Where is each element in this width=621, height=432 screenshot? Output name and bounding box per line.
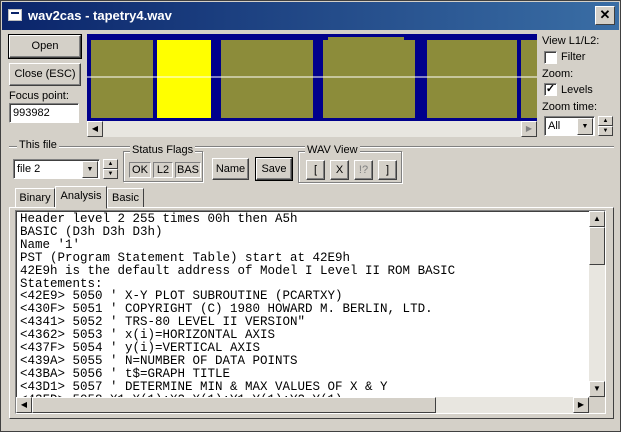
tab-analysis[interactable]: Analysis bbox=[55, 186, 107, 209]
analysis-line: <43D1> 5057 ' DETERMINE MIN & MAX VALUES… bbox=[20, 379, 388, 394]
focus-point-value: 993982 bbox=[13, 107, 50, 119]
scroll-down-icon[interactable]: ▼ bbox=[589, 381, 605, 397]
horizontal-scrollbar[interactable]: ◀ ▶ bbox=[16, 397, 589, 413]
spin-down-icon[interactable]: ▼ bbox=[103, 169, 118, 179]
file-select[interactable]: file 2 ▼ bbox=[13, 159, 100, 179]
scroll-right-icon[interactable]: ▶ bbox=[573, 397, 589, 413]
flag-ok: OK bbox=[129, 162, 151, 178]
zoom-time-label: Zoom time: bbox=[542, 101, 598, 113]
analysis-text[interactable]: Header level 2 255 times 00h then A5h BAS… bbox=[15, 210, 606, 414]
waveform-view[interactable] bbox=[87, 34, 537, 121]
tab-basic[interactable]: Basic bbox=[107, 188, 144, 208]
focus-point-label: Focus point: bbox=[9, 90, 69, 102]
filter-checkbox[interactable] bbox=[544, 51, 557, 64]
save-button[interactable]: Save bbox=[255, 157, 293, 181]
waveform-block bbox=[328, 37, 404, 41]
focus-point-input[interactable]: 993982 bbox=[9, 103, 79, 123]
app-icon bbox=[8, 9, 22, 21]
status-flags-title: Status Flags bbox=[130, 144, 196, 156]
scrollbar-corner bbox=[589, 397, 605, 413]
close-window-button[interactable]: ✕ bbox=[595, 6, 615, 25]
scroll-left-icon[interactable]: ◀ bbox=[87, 121, 103, 137]
chevron-down-icon[interactable]: ▼ bbox=[82, 161, 98, 178]
spin-up-icon[interactable]: ▲ bbox=[598, 116, 613, 126]
horizontal-scroll-thumb[interactable] bbox=[32, 397, 436, 413]
analysis-lines: Header level 2 255 times 00h then A5h BAS… bbox=[20, 213, 455, 407]
waveform-block bbox=[221, 40, 313, 118]
scroll-right-icon[interactable]: ▶ bbox=[521, 121, 537, 137]
analysis-line: Header level 2 255 times 00h then A5h bbox=[20, 212, 298, 226]
spin-down-icon[interactable]: ▼ bbox=[598, 126, 613, 136]
waveform-graphic bbox=[87, 34, 537, 121]
save-button-label: Save bbox=[261, 163, 287, 175]
waveform-scrollbar[interactable]: ◀ ▶ bbox=[87, 121, 537, 137]
zoom-label: Zoom: bbox=[542, 68, 574, 80]
open-button-label: Open bbox=[31, 40, 59, 52]
file-spinner[interactable]: ▲ ▼ bbox=[103, 159, 118, 179]
scroll-left-icon[interactable]: ◀ bbox=[16, 397, 32, 413]
window-title: wav2cas - tapetry4.wav bbox=[28, 8, 172, 23]
analysis-line: <43BA> 5056 ' t$=GRAPH TITLE bbox=[20, 366, 231, 381]
zoom-time-select[interactable]: All ▼ bbox=[544, 116, 595, 136]
wav-clear-button[interactable]: X bbox=[330, 160, 349, 180]
flag-bas: BAS bbox=[175, 162, 201, 178]
open-button[interactable]: Open bbox=[8, 34, 82, 59]
close-esc-button-label: Close (ESC) bbox=[14, 68, 76, 80]
analysis-line: <439A> 5055 ' N=NUMBER OF DATA POINTS bbox=[20, 353, 298, 368]
wav-mark-start-button[interactable]: [ bbox=[306, 160, 325, 180]
scroll-up-icon[interactable]: ▲ bbox=[589, 211, 605, 227]
view-l1l2-label: View L1/L2: bbox=[542, 35, 600, 47]
this-file-title: This file bbox=[17, 139, 59, 151]
wav-unknown-button[interactable]: !? bbox=[354, 160, 373, 180]
app-window: wav2cas - tapetry4.wav ✕ Open Close (ESC… bbox=[0, 0, 621, 432]
spin-up-icon[interactable]: ▲ bbox=[103, 159, 118, 169]
file-select-value: file 2 bbox=[17, 163, 41, 175]
analysis-line: BASIC (D3h D3h D3h) bbox=[20, 224, 163, 239]
analysis-line: Name '1' bbox=[20, 237, 81, 252]
close-esc-button[interactable]: Close (ESC) bbox=[9, 63, 81, 86]
levels-label: Levels bbox=[561, 84, 593, 96]
waveform-block-selected bbox=[157, 40, 211, 118]
vertical-scroll-thumb[interactable] bbox=[589, 227, 605, 265]
analysis-line: 42E9h is the default address of Model I … bbox=[20, 263, 456, 278]
waveform-block bbox=[427, 40, 517, 118]
filter-label: Filter bbox=[561, 51, 586, 63]
chevron-down-icon[interactable]: ▼ bbox=[577, 118, 593, 135]
flag-l2: L2 bbox=[153, 162, 173, 178]
wav-view-title: WAV View bbox=[305, 144, 360, 156]
name-button[interactable]: Name bbox=[212, 158, 249, 180]
wav-mark-end-button[interactable]: ] bbox=[378, 160, 397, 180]
waveform-block bbox=[91, 40, 153, 118]
zoom-time-spinner[interactable]: ▲ ▼ bbox=[598, 116, 613, 136]
levels-checkbox[interactable]: ✓ bbox=[544, 83, 557, 96]
vertical-scrollbar[interactable]: ▲ ▼ bbox=[589, 211, 605, 397]
zoom-time-value: All bbox=[548, 120, 561, 132]
title-bar[interactable]: wav2cas - tapetry4.wav ✕ bbox=[2, 2, 619, 30]
tab-binary[interactable]: Binary bbox=[15, 188, 55, 208]
waveform-block bbox=[323, 40, 415, 118]
waveform-block bbox=[521, 40, 537, 118]
name-button-label: Name bbox=[215, 163, 246, 175]
analysis-line: PST (Program Statement Table) start at 4… bbox=[20, 250, 351, 265]
